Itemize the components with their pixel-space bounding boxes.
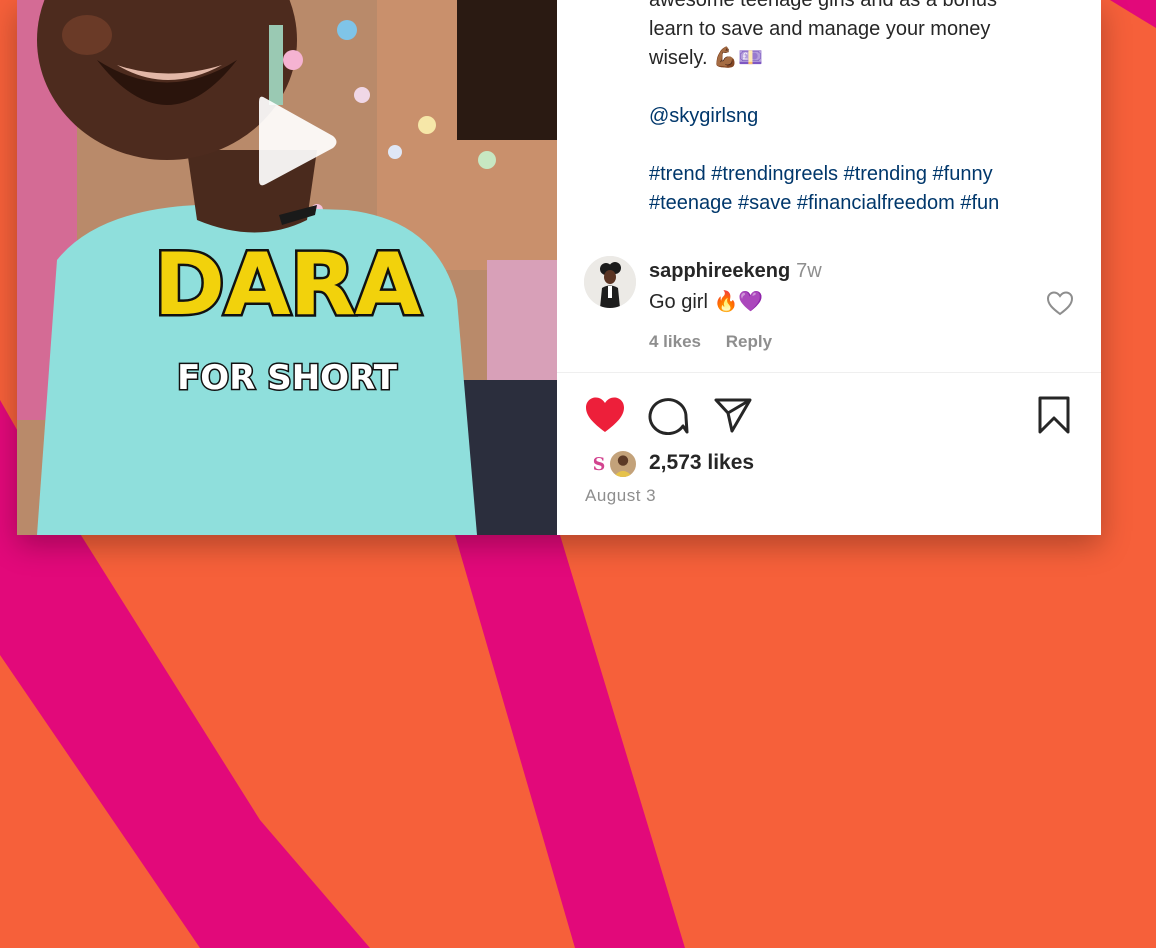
share-icon[interactable] <box>712 395 754 435</box>
likes-row: S 2,573 likes <box>584 447 884 481</box>
heart-outline-icon[interactable] <box>1046 290 1074 316</box>
caption-mention-link[interactable]: @skygirlsng <box>649 102 1079 131</box>
comment-icon[interactable] <box>648 395 690 435</box>
caption-line: learn to save and manage your money <box>649 18 991 40</box>
comment-item: sapphireekeng 7w Go girl 🔥💜 4 likes Reply <box>584 256 1074 356</box>
caption-line: awesome teenage girls and as a bonus <box>649 0 998 11</box>
instagram-post-card: DARA FOR SHORT awesome teenage girls and… <box>17 0 1101 535</box>
svg-text:S: S <box>593 455 606 475</box>
comment-text: Go girl 🔥💜 <box>649 291 764 313</box>
caption-hashtags[interactable]: #teenage #save #financialfreedom #fun <box>649 189 1079 218</box>
post-likes-count[interactable]: 2,573 likes <box>649 451 754 475</box>
bookmark-icon[interactable] <box>1034 395 1074 435</box>
caption-hashtags[interactable]: #trend #trendingreels #trending #funny <box>649 160 1079 189</box>
heart-filled-icon[interactable] <box>584 395 626 435</box>
comment-username-text[interactable]: sapphireekeng <box>649 260 790 282</box>
post-side-panel: awesome teenage girls and as a bonus lea… <box>557 0 1101 535</box>
comment-meta: 4 likes Reply <box>649 332 792 352</box>
post-action-bar <box>584 395 1074 435</box>
post-caption: awesome teenage girls and as a bonus lea… <box>649 0 1079 218</box>
comment-likes-count[interactable]: 4 likes <box>649 332 701 351</box>
caption-line: wisely. 💪🏾💷 <box>649 47 763 69</box>
comment-username[interactable]: sapphireekeng 7w <box>649 260 822 283</box>
comment-timestamp: 7w <box>796 260 822 282</box>
comment-reply-button[interactable]: Reply <box>726 332 772 351</box>
video-frame[interactable]: DARA FOR SHORT <box>17 0 557 535</box>
play-icon[interactable] <box>239 86 343 196</box>
post-date[interactable]: August 3 <box>585 486 656 506</box>
video-overlay-title: DARA <box>151 235 424 335</box>
divider <box>557 372 1101 373</box>
commenter-avatar[interactable] <box>584 256 636 308</box>
video-overlay-subtitle: FOR SHORT <box>176 358 399 398</box>
liker-avatar[interactable] <box>608 449 638 479</box>
